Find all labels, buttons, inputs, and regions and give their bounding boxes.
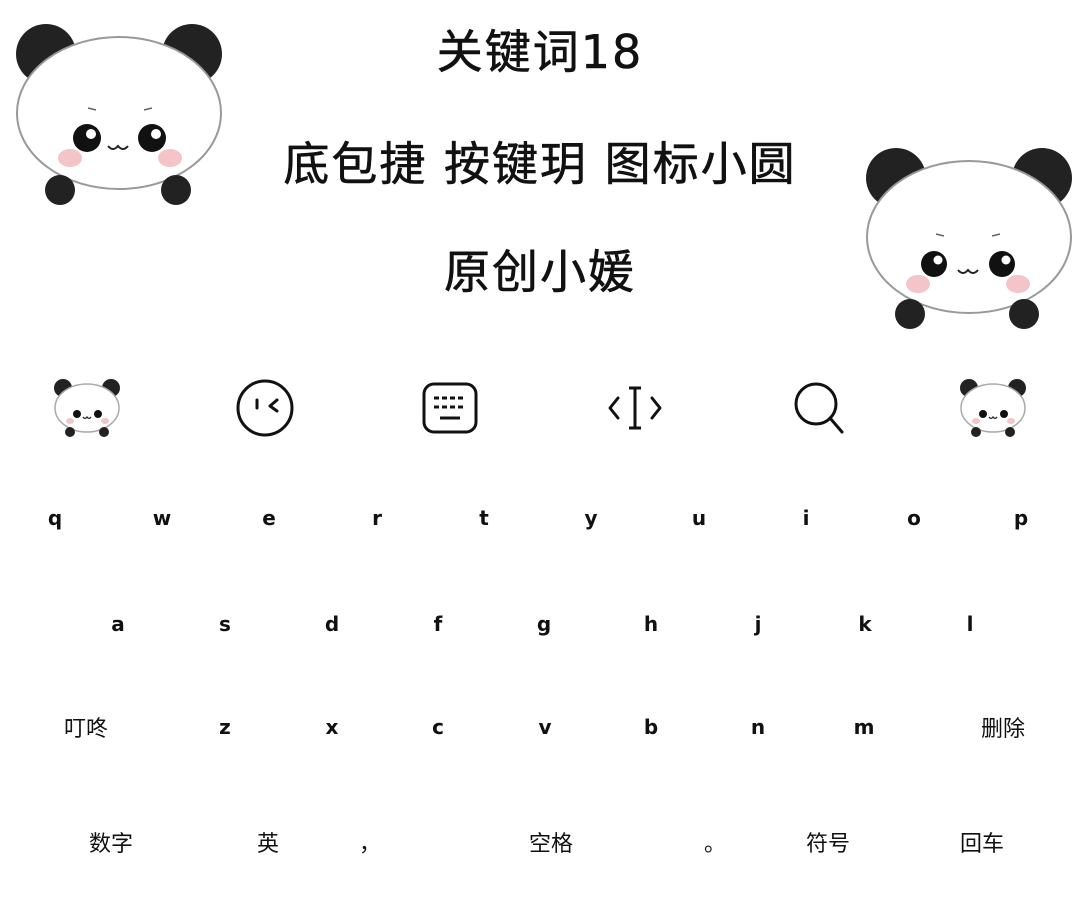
key-q[interactable]: q (15, 493, 95, 543)
delete-key[interactable]: 删除 (963, 702, 1043, 752)
english-switch-key[interactable]: 英 (228, 817, 308, 867)
period-key[interactable]: 。 (675, 817, 755, 867)
key-z[interactable]: z (185, 702, 265, 752)
key-c[interactable]: c (398, 702, 478, 752)
wink-face-icon (236, 379, 294, 437)
key-u[interactable]: u (659, 493, 739, 543)
key-dingdong[interactable]: 叮咚 (46, 702, 126, 752)
key-f[interactable]: f (398, 599, 478, 649)
key-r[interactable]: r (337, 493, 417, 543)
space-key[interactable]: 空格 (511, 817, 591, 867)
keyboard-icon (422, 382, 478, 434)
panda-illustration (866, 148, 1072, 329)
key-h[interactable]: h (611, 599, 691, 649)
symbols-key[interactable]: 符号 (788, 817, 868, 867)
key-v[interactable]: v (505, 702, 585, 752)
key-a[interactable]: a (78, 599, 158, 649)
toolbar-panda-button-right[interactable] (953, 370, 1033, 446)
toolbar-panda-button-left[interactable] (47, 370, 127, 446)
toolbar-emoji-button[interactable] (225, 370, 305, 446)
numbers-key[interactable]: 数字 (71, 817, 151, 867)
key-g[interactable]: g (504, 599, 584, 649)
key-s[interactable]: s (185, 599, 265, 649)
key-e[interactable]: e (229, 493, 309, 543)
key-d[interactable]: d (292, 599, 372, 649)
toolbar-cursor-button[interactable] (595, 370, 675, 446)
panda-icon (960, 379, 1026, 437)
key-m[interactable]: m (824, 702, 904, 752)
comma-key[interactable]: ， (330, 817, 410, 867)
key-n[interactable]: n (718, 702, 798, 752)
toolbar-keyboard-button[interactable] (410, 370, 490, 446)
key-x[interactable]: x (292, 702, 372, 752)
key-p[interactable]: p (981, 493, 1061, 543)
search-icon (794, 382, 844, 434)
key-l[interactable]: l (930, 599, 1010, 649)
key-i[interactable]: i (766, 493, 846, 543)
text-cursor-icon (608, 386, 662, 430)
key-w[interactable]: w (122, 493, 202, 543)
key-k[interactable]: k (825, 599, 905, 649)
key-y[interactable]: y (551, 493, 631, 543)
panda-icon (54, 379, 120, 437)
panda-illustration (16, 24, 222, 205)
key-b[interactable]: b (611, 702, 691, 752)
enter-key[interactable]: 回车 (942, 817, 1022, 867)
toolbar-search-button[interactable] (780, 370, 860, 446)
key-j[interactable]: j (718, 599, 798, 649)
key-o[interactable]: o (874, 493, 954, 543)
key-t[interactable]: t (444, 493, 524, 543)
